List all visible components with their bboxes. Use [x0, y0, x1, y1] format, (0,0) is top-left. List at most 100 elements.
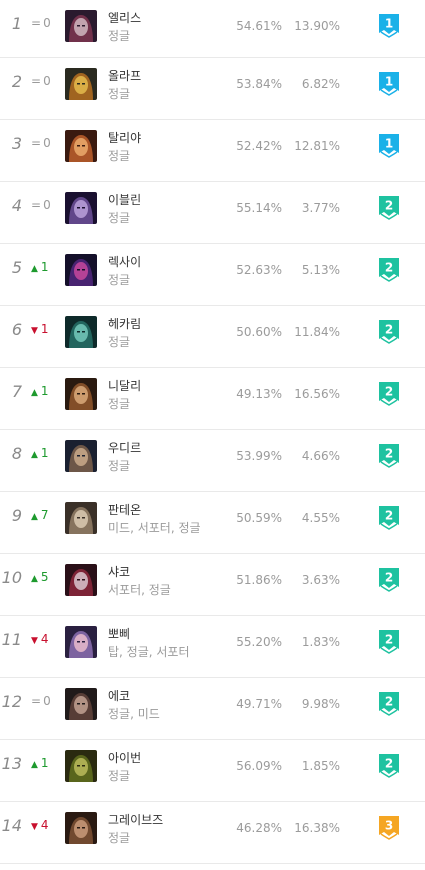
rank-change-value: 5 [40, 570, 49, 584]
champion-row[interactable]: 4 = 0 이블린 정글 55.14% 3.77% 2 [0, 182, 425, 244]
champion-row[interactable]: 9 ▲ 7 판테온 미드, 서포터, 정글 50.59% 4.55% 2 [0, 492, 425, 554]
champion-tier-list: 1 = 0 엘리스 정글 54.61% 13.90% 1 2 = 0 올라프 정글 53.84% 6.82%… [0, 0, 425, 864]
pick-rate: 16.56% [294, 387, 340, 401]
pick-rate: 3.77% [301, 201, 340, 215]
rank-up-icon: ▲ [31, 388, 38, 398]
rank-number: 4 [11, 196, 22, 215]
champion-portrait[interactable] [65, 10, 97, 42]
rank-change: ▼ 4 [31, 632, 49, 646]
rank-up-icon: ▲ [31, 574, 38, 584]
win-rate: 53.84% [236, 77, 282, 91]
champion-row[interactable]: 8 ▲ 1 우디르 정글 53.99% 4.66% 2 [0, 430, 425, 492]
champion-name[interactable]: 탈리야 [108, 129, 141, 146]
pick-rate: 1.85% [301, 759, 340, 773]
champion-name[interactable]: 이블린 [108, 191, 141, 208]
tier-badge-icon: 2 [378, 753, 400, 779]
champion-name[interactable]: 그레이브즈 [108, 811, 163, 828]
champion-role: 정글 [108, 149, 131, 163]
tier-badge-icon: 2 [378, 567, 400, 593]
champion-name[interactable]: 아이번 [108, 749, 141, 766]
tier-badge-icon: 1 [378, 133, 400, 159]
rank-number: 8 [11, 444, 22, 463]
champion-name[interactable]: 올라프 [108, 67, 141, 84]
rank-number: 13 [1, 754, 22, 773]
pick-rate: 5.13% [301, 263, 340, 277]
champion-portrait[interactable] [65, 750, 97, 782]
champion-role: 탑, 정글, 서포터 [108, 645, 190, 659]
rank-same-icon: = [31, 74, 42, 88]
champion-row[interactable]: 12 = 0 에코 정글, 미드 49.71% 9.98% 2 [0, 678, 425, 740]
pick-rate: 3.63% [301, 573, 340, 587]
champion-row[interactable]: 3 = 0 탈리야 정글 52.42% 12.81% 1 [0, 120, 425, 182]
rank-number: 10 [1, 568, 22, 587]
tier-number: 2 [385, 261, 393, 275]
tier-number: 2 [385, 385, 393, 399]
rank-same-icon: = [31, 198, 42, 212]
rank-change: = 0 [31, 136, 51, 150]
rank-change-value: 4 [40, 632, 49, 646]
rank-change: ▼ 4 [31, 818, 49, 832]
champion-role: 정글 [108, 769, 131, 783]
champion-row[interactable]: 14 ▼ 4 그레이브즈 정글 46.28% 16.38% 3 [0, 802, 425, 864]
tier-badge-icon: 1 [378, 13, 400, 39]
champion-role: 정글 [108, 831, 131, 845]
champion-portrait[interactable] [65, 130, 97, 162]
rank-change-value: 0 [43, 16, 51, 30]
champion-name[interactable]: 니달리 [108, 377, 141, 394]
rank-change-value: 1 [40, 260, 49, 274]
champion-name[interactable]: 뽀삐 [108, 625, 130, 642]
rank-number: 7 [11, 382, 22, 401]
tier-number: 2 [385, 509, 393, 523]
rank-up-icon: ▲ [31, 264, 38, 274]
rank-number: 9 [11, 506, 22, 525]
champion-portrait[interactable] [65, 378, 97, 410]
pick-rate: 6.82% [301, 77, 340, 91]
champion-portrait[interactable] [65, 440, 97, 472]
champion-role: 정글 [108, 29, 131, 43]
champion-portrait[interactable] [65, 254, 97, 286]
champion-name[interactable]: 헤카림 [108, 315, 141, 332]
champion-role: 정글 [108, 87, 131, 101]
rank-same-icon: = [31, 136, 42, 150]
pick-rate: 1.83% [301, 635, 340, 649]
rank-number: 6 [11, 320, 22, 339]
champion-portrait[interactable] [65, 626, 97, 658]
champion-portrait[interactable] [65, 316, 97, 348]
champion-name[interactable]: 렉사이 [108, 253, 141, 270]
champion-row[interactable]: 5 ▲ 1 렉사이 정글 52.63% 5.13% 2 [0, 244, 425, 306]
tier-badge-icon: 2 [378, 257, 400, 283]
champion-portrait[interactable] [65, 812, 97, 844]
champion-portrait[interactable] [65, 564, 97, 596]
champion-row[interactable]: 1 = 0 엘리스 정글 54.61% 13.90% 1 [0, 0, 425, 58]
tier-number: 2 [385, 695, 393, 709]
champion-portrait[interactable] [65, 688, 97, 720]
rank-change: ▲ 7 [31, 508, 49, 522]
rank-change-value: 1 [40, 384, 49, 398]
win-rate: 55.14% [236, 201, 282, 215]
win-rate: 50.60% [236, 325, 282, 339]
champion-portrait[interactable] [65, 192, 97, 224]
rank-up-icon: ▲ [31, 760, 38, 770]
champion-name[interactable]: 우디르 [108, 439, 141, 456]
pick-rate: 11.84% [294, 325, 340, 339]
champion-name[interactable]: 판테온 [108, 501, 141, 518]
champion-name[interactable]: 엘리스 [108, 9, 141, 26]
tier-number: 2 [385, 633, 393, 647]
champion-row[interactable]: 6 ▼ 1 헤카림 정글 50.60% 11.84% 2 [0, 306, 425, 368]
champion-row[interactable]: 2 = 0 올라프 정글 53.84% 6.82% 1 [0, 58, 425, 120]
win-rate: 52.42% [236, 139, 282, 153]
win-rate: 56.09% [236, 759, 282, 773]
tier-badge-icon: 2 [378, 629, 400, 655]
tier-number: 2 [385, 571, 393, 585]
champion-row[interactable]: 10 ▲ 5 샤코 서포터, 정글 51.86% 3.63% 2 [0, 554, 425, 616]
champion-row[interactable]: 13 ▲ 1 아이번 정글 56.09% 1.85% 2 [0, 740, 425, 802]
champion-row[interactable]: 11 ▼ 4 뽀삐 탑, 정글, 서포터 55.20% 1.83% 2 [0, 616, 425, 678]
champion-portrait[interactable] [65, 502, 97, 534]
champion-name[interactable]: 샤코 [108, 563, 130, 580]
champion-row[interactable]: 7 ▲ 1 니달리 정글 49.13% 16.56% 2 [0, 368, 425, 430]
champion-name[interactable]: 에코 [108, 687, 130, 704]
champion-portrait[interactable] [65, 68, 97, 100]
rank-change-value: 0 [43, 74, 51, 88]
rank-same-icon: = [31, 16, 42, 30]
win-rate: 46.28% [236, 821, 282, 835]
